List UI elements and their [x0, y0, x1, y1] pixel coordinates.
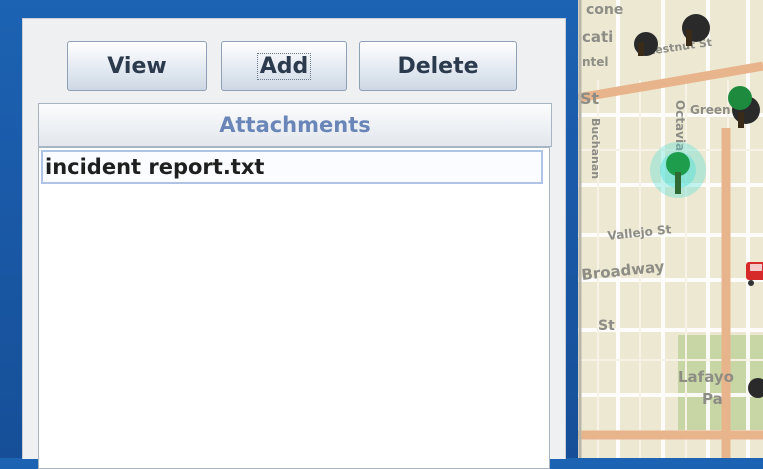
add-button-label: Add	[256, 52, 312, 80]
incident-icon[interactable]	[746, 262, 763, 286]
attachments-header: Attachments	[38, 103, 552, 147]
selected-tree-icon[interactable]	[650, 142, 706, 198]
park-label-1: Lafayo	[678, 368, 734, 386]
map-text-fragment-3: ntel	[582, 55, 609, 69]
street-label-st-2: St	[598, 318, 615, 334]
map-text-fragment-1: cone	[586, 2, 623, 18]
add-button[interactable]: Add	[221, 41, 347, 91]
map-text-fragment-2: cati	[582, 28, 613, 46]
map-view[interactable]: cone cati ntel Chestnut St St Green Octa…	[578, 0, 763, 458]
list-item[interactable]: incident report.txt	[41, 150, 543, 184]
map-canvas[interactable]: cone cati ntel Chestnut St St Green Octa…	[578, 0, 763, 458]
park-label-2: Pa	[702, 390, 723, 408]
attachments-panel: View Add Delete Attachments incident rep…	[22, 18, 566, 469]
street-label-green: Green	[690, 103, 731, 117]
tree-icon[interactable]	[634, 32, 658, 56]
tree-icon[interactable]	[728, 86, 752, 110]
delete-button[interactable]: Delete	[359, 41, 517, 91]
attachments-list[interactable]: incident report.txt	[38, 147, 550, 469]
street-label-st-1: St	[580, 89, 600, 108]
view-button[interactable]: View	[67, 41, 207, 91]
street-label-buchanan: Buchanan	[589, 118, 602, 179]
